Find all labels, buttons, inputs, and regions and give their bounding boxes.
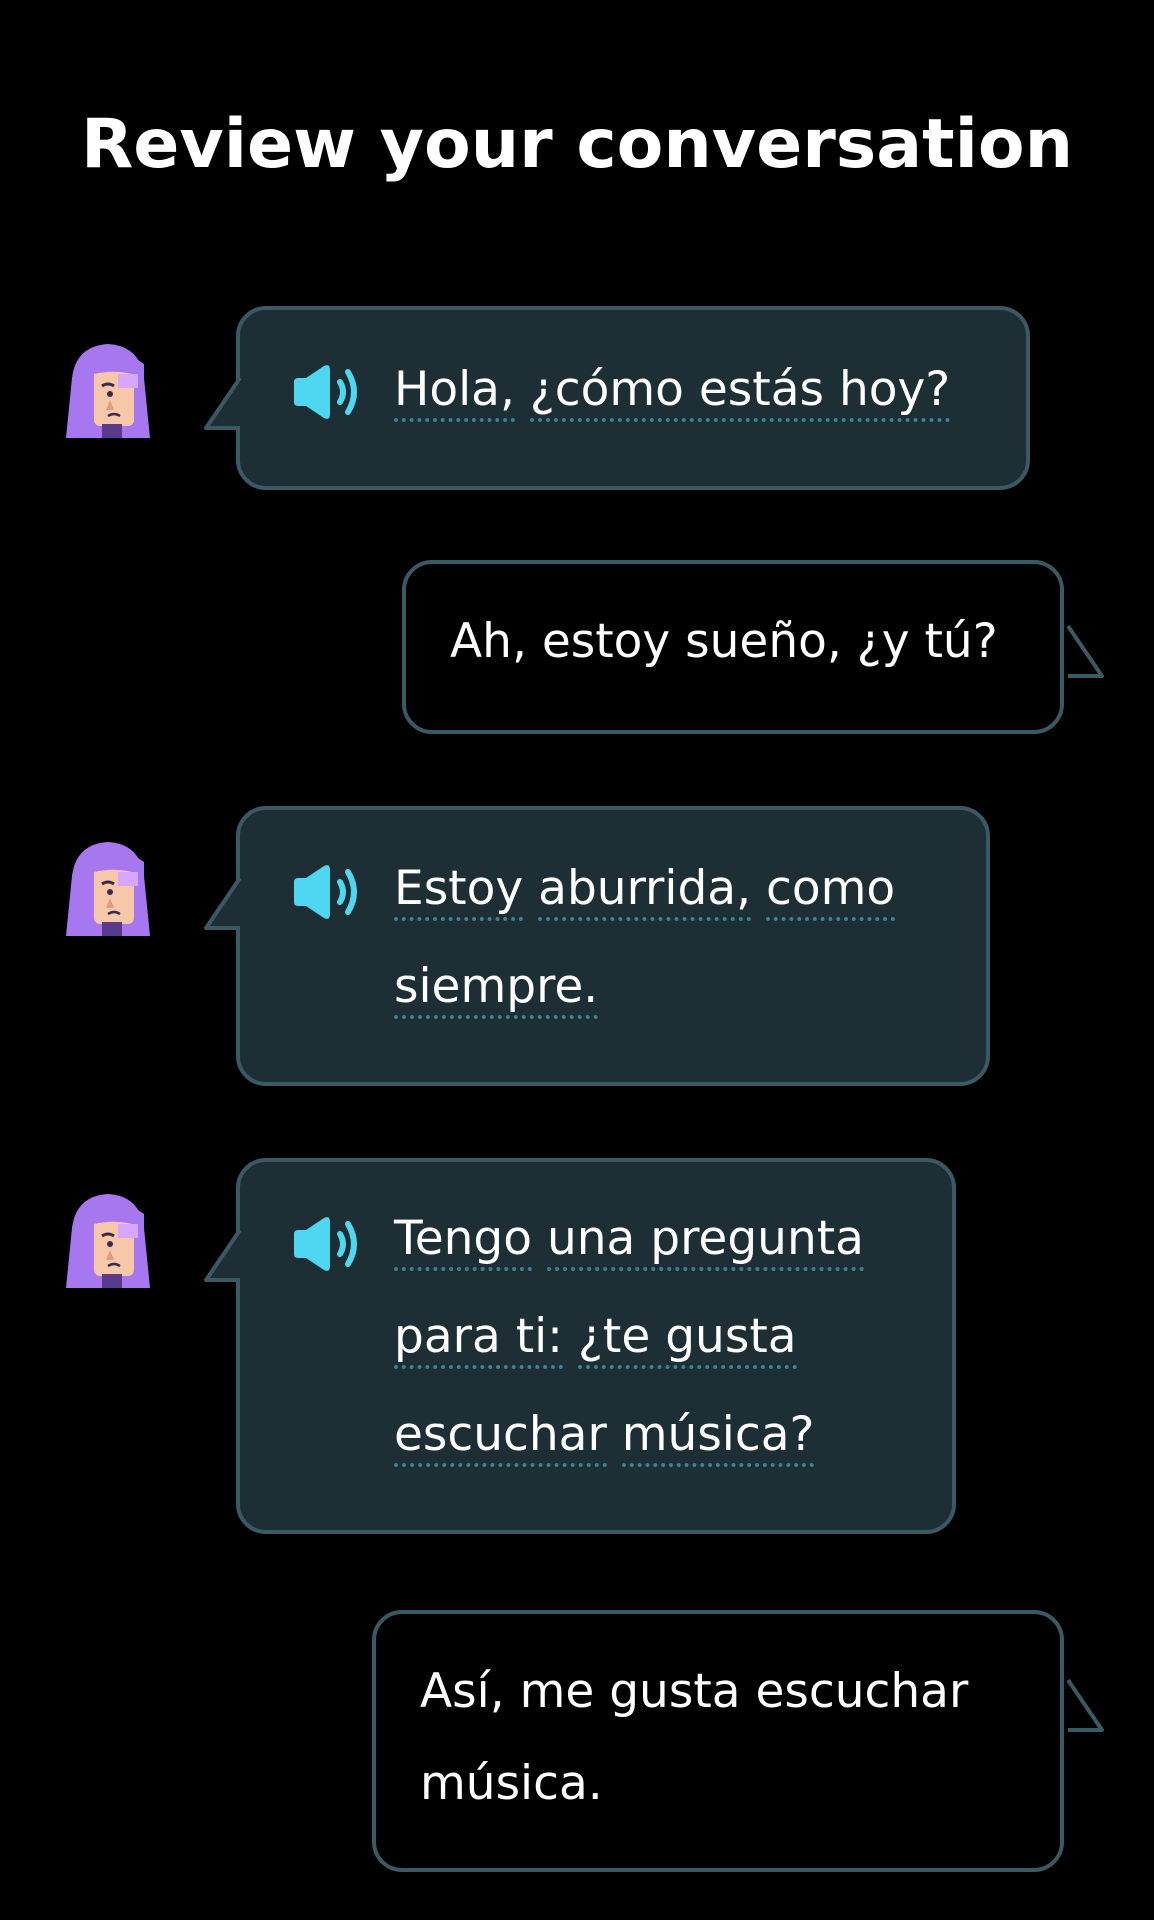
avatar-icon (66, 344, 150, 438)
message-text: Ah, estoy sueño, ¿y tú? (450, 614, 998, 669)
speaker-icon[interactable] (290, 1214, 360, 1274)
word-hint[interactable]: música? (621, 1407, 815, 1467)
word-hint[interactable]: ¿cómo estás hoy? (529, 362, 951, 422)
word-hint[interactable]: aburrida, (538, 861, 752, 921)
bubble-tail (1066, 624, 1104, 678)
page-title: Review your conversation (80, 105, 1074, 184)
message-text: Estoy aburrida, como siempre. (394, 840, 896, 1036)
speaker-icon[interactable] (290, 862, 360, 922)
bubble-tail (204, 376, 242, 430)
word-hint[interactable]: Hola, (394, 362, 515, 422)
avatar-icon (66, 1194, 150, 1288)
word-hint[interactable]: siempre. (394, 959, 599, 1019)
avatar-icon (66, 842, 150, 936)
word-hint[interactable]: para ti: (394, 1309, 564, 1369)
word-hint[interactable]: Tengo (394, 1211, 533, 1271)
word-hint[interactable]: una pregunta (546, 1211, 864, 1271)
word-hint[interactable]: ¿te gusta (577, 1309, 797, 1369)
message-text: Hola, ¿cómo estás hoy? (394, 341, 951, 439)
bubble-tail (1066, 1678, 1104, 1732)
message-text: Así, me gusta escuchar música. (420, 1664, 969, 1811)
word-hint[interactable]: como (765, 861, 896, 921)
bubble-tail (204, 1228, 242, 1282)
word-hint[interactable]: Estoy (394, 861, 524, 921)
message-text: Tengo una pregunta para ti: ¿te gusta es… (394, 1190, 864, 1484)
speaker-icon[interactable] (290, 362, 360, 422)
bubble-tail (204, 876, 242, 930)
word-hint[interactable]: escuchar (394, 1407, 607, 1467)
